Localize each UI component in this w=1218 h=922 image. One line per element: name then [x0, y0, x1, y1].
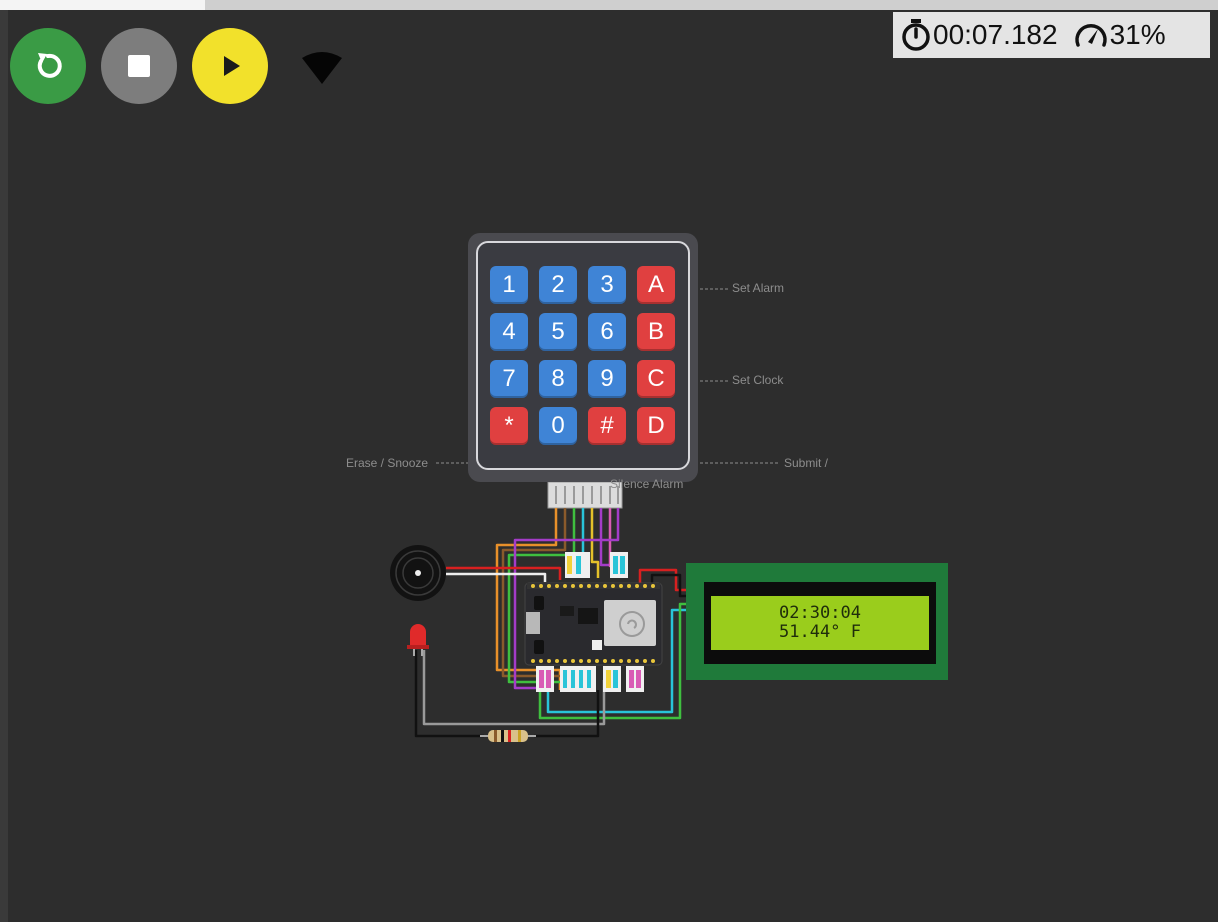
annotation-set-alarm: Set Alarm — [732, 281, 785, 295]
annotation-erase-snooze: Erase / Snooze — [346, 456, 429, 470]
keypad-key[interactable]: 4 — [490, 313, 528, 351]
lcd-line-2: 51.44° F — [779, 622, 861, 642]
esp32-board — [524, 582, 663, 666]
simulation-canvas: 00:07.182 31% 1 2 3 A 4 5 6 B 7 8 9 C * … — [0, 0, 1218, 922]
keypad-key[interactable]: 0 — [539, 407, 577, 445]
keypad-key[interactable]: D — [637, 407, 675, 445]
annotation-set-clock: Set Clock — [732, 373, 784, 387]
keypad-key[interactable]: 6 — [588, 313, 626, 351]
keypad-key[interactable]: 7 — [490, 360, 528, 398]
red-led — [407, 624, 429, 656]
keypad-key[interactable]: A — [637, 266, 675, 304]
wire-white-buzzer — [446, 572, 547, 582]
keypad-key[interactable]: C — [637, 360, 675, 398]
keypad-key[interactable]: 8 — [539, 360, 577, 398]
annotation-submit: Submit / — [784, 456, 829, 470]
keypad-key[interactable]: * — [490, 407, 528, 445]
resistor — [480, 730, 536, 742]
header-blocks-bottom — [536, 666, 644, 692]
buzzer — [390, 545, 446, 601]
annotation-silence-alarm: Silence Alarm — [610, 477, 684, 491]
wire-yellow — [590, 508, 600, 578]
keypad-key[interactable]: 9 — [588, 360, 626, 398]
keypad-key[interactable]: 2 — [539, 266, 577, 304]
lcd-screen: 02:30:04 51.44° F — [711, 596, 929, 650]
keypad-key[interactable]: # — [588, 407, 626, 445]
keypad-key[interactable]: 1 — [490, 266, 528, 304]
keypad-key[interactable]: B — [637, 313, 675, 351]
lcd-line-1: 02:30:04 — [779, 603, 861, 623]
keypad-key[interactable]: 3 — [588, 266, 626, 304]
header-blocks-top — [565, 552, 628, 578]
keypad-key[interactable]: 5 — [539, 313, 577, 351]
